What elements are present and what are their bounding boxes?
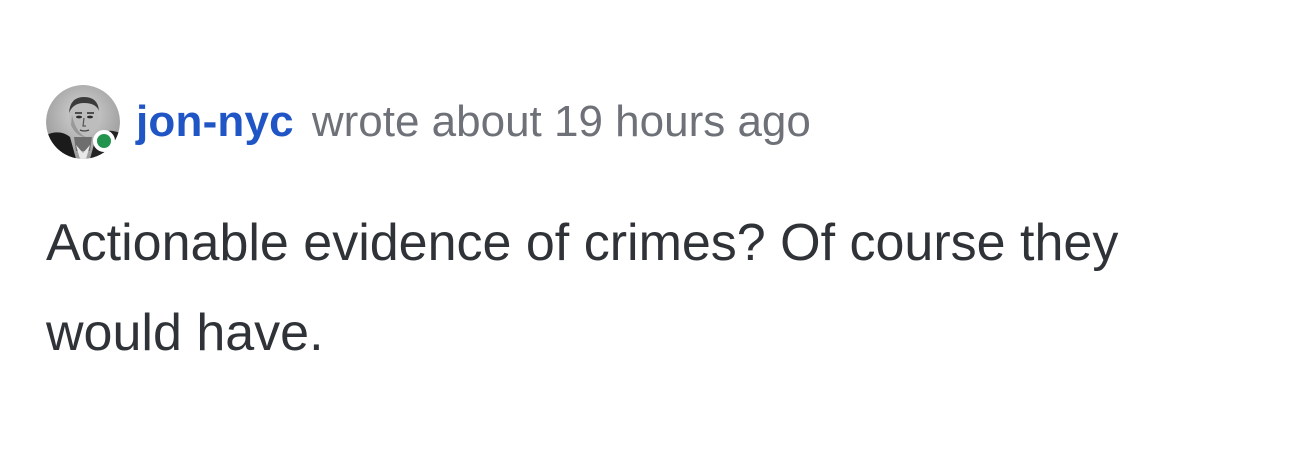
comment-timestamp: wrote about 19 hours ago: [311, 97, 811, 146]
avatar[interactable]: [46, 85, 120, 159]
comment: jon-nyc wrote about 19 hours ago Actiona…: [46, 84, 1256, 378]
comment-body: Actionable evidence of crimes? Of course…: [46, 214, 1119, 362]
online-status-dot: [93, 130, 115, 152]
author-username-link[interactable]: jon-nyc: [136, 97, 294, 147]
comment-header: jon-nyc wrote about 19 hours ago: [46, 84, 1256, 160]
